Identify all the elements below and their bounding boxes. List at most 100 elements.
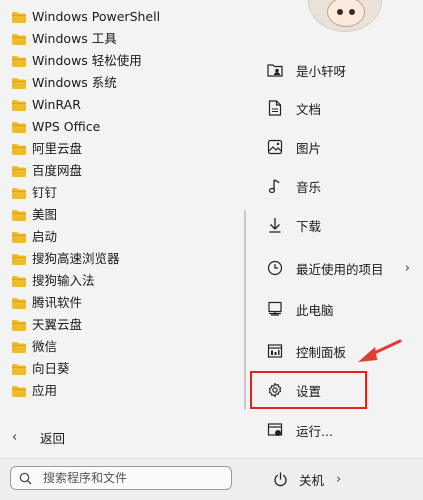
power-icon	[273, 471, 289, 487]
search-icon	[19, 471, 33, 485]
control-panel-icon	[266, 342, 284, 360]
nav-item-downloads[interactable]: 下载	[266, 213, 416, 237]
app-list-item[interactable]: 启动	[12, 226, 160, 248]
folder-icon	[12, 165, 26, 177]
settings-highlight-box	[250, 371, 367, 409]
app-label: 阿里云盘	[32, 141, 83, 156]
nav-item-run[interactable]: 运行...	[266, 418, 416, 442]
folder-icon	[12, 319, 26, 331]
folder-icon	[12, 341, 26, 353]
user-folder-icon	[266, 61, 284, 79]
app-label: 搜狗高速浏览器	[32, 251, 120, 266]
nav-label-this-pc: 此电脑	[296, 302, 334, 318]
annotation-arrow-icon	[358, 339, 402, 362]
search-box[interactable]	[10, 466, 232, 490]
app-label: Windows 轻松使用	[32, 53, 142, 68]
app-label: WPS Office	[32, 119, 101, 134]
app-list-item[interactable]: 钉钉	[12, 182, 160, 204]
app-label: 钉钉	[32, 185, 58, 200]
chevron-right-icon: ›	[404, 260, 410, 276]
nav-item-recent[interactable]: 最近使用的项目 ›	[266, 256, 416, 280]
app-label: 启动	[32, 229, 58, 244]
picture-icon	[266, 138, 284, 156]
chevron-right-icon: ›	[336, 471, 342, 487]
music-note-icon	[266, 177, 284, 195]
app-list-item[interactable]: Windows 工具	[12, 28, 160, 50]
app-list-item[interactable]: WPS Office	[12, 116, 160, 138]
folder-icon	[12, 209, 26, 221]
app-list: Windows PowerShell Windows 工具 Windows 轻松使用…	[12, 6, 160, 402]
back-button[interactable]: ‹ 返回	[12, 426, 65, 448]
all-apps-pane: Windows PowerShell Windows 工具 Windows 轻松使用…	[0, 0, 246, 446]
nav-item-user-folder[interactable]: 是小轩呀	[266, 58, 416, 82]
nav-label-downloads: 下载	[296, 218, 322, 234]
shutdown-button[interactable]: 关机 ›	[273, 468, 341, 490]
folder-icon	[12, 385, 26, 397]
nav-label-documents: 文档	[296, 101, 322, 117]
folder-icon	[12, 99, 26, 111]
app-list-item[interactable]: 百度网盘	[12, 160, 160, 182]
app-list-item[interactable]: 天翼云盘	[12, 314, 160, 336]
app-label: Windows 系统	[32, 75, 117, 90]
bottom-bar: 关机 ›	[0, 458, 423, 500]
app-label: 美图	[32, 207, 58, 222]
nav-label-control-panel: 控制面板	[296, 344, 347, 360]
app-list-item[interactable]: Windows 轻松使用	[12, 50, 160, 72]
back-label: 返回	[40, 430, 66, 446]
app-list-item[interactable]: 阿里云盘	[12, 138, 160, 160]
avatar-eye	[337, 9, 343, 15]
folder-icon	[12, 33, 26, 45]
chevron-left-icon: ‹	[12, 429, 18, 445]
app-label: 应用	[32, 383, 58, 398]
document-icon	[266, 99, 284, 117]
folder-icon	[12, 231, 26, 243]
search-input[interactable]	[43, 471, 213, 485]
download-icon	[266, 216, 284, 234]
folder-icon	[12, 77, 26, 89]
app-label: 腾讯软件	[32, 295, 83, 310]
app-list-item[interactable]: Windows 系统	[12, 72, 160, 94]
folder-icon	[12, 55, 26, 67]
folder-icon	[12, 275, 26, 287]
folder-icon	[12, 363, 26, 375]
nav-item-pictures[interactable]: 图片	[266, 135, 416, 159]
folder-icon	[12, 11, 26, 23]
app-list-item[interactable]: 美图	[12, 204, 160, 226]
nav-item-music[interactable]: 音乐	[266, 174, 416, 198]
app-list-item[interactable]: Windows PowerShell	[12, 6, 160, 28]
nav-label-user: 是小轩呀	[296, 63, 347, 79]
nav-label-music: 音乐	[296, 179, 322, 195]
folder-icon	[12, 297, 26, 309]
app-label: WinRAR	[32, 97, 81, 112]
app-list-item[interactable]: 搜狗高速浏览器	[12, 248, 160, 270]
app-list-item[interactable]: 微信	[12, 336, 160, 358]
run-icon	[266, 421, 284, 439]
avatar[interactable]	[308, 0, 382, 32]
app-label: Windows PowerShell	[32, 9, 161, 24]
nav-item-documents[interactable]: 文档	[266, 96, 416, 120]
app-list-item[interactable]: 应用	[12, 380, 160, 402]
nav-label-pictures: 图片	[296, 140, 322, 156]
folder-icon	[12, 253, 26, 265]
app-label: 百度网盘	[32, 163, 83, 178]
scrollbar[interactable]	[244, 210, 246, 410]
app-label: 搜狗输入法	[32, 273, 95, 288]
app-label: 天翼云盘	[32, 317, 83, 332]
folder-icon	[12, 143, 26, 155]
app-label: 微信	[32, 339, 58, 354]
avatar-eye	[349, 9, 355, 15]
app-label: 向日葵	[32, 361, 70, 376]
folder-icon	[12, 187, 26, 199]
nav-label-recent: 最近使用的项目	[296, 261, 384, 277]
app-list-item[interactable]: 搜狗输入法	[12, 270, 160, 292]
app-list-item[interactable]: 向日葵	[12, 358, 160, 380]
app-list-item[interactable]: WinRAR	[12, 94, 160, 116]
shutdown-label: 关机	[299, 472, 325, 488]
clock-icon	[266, 259, 284, 277]
computer-icon	[266, 300, 284, 318]
app-label: Windows 工具	[32, 31, 117, 46]
app-list-item[interactable]: 腾讯软件	[12, 292, 160, 314]
avatar-face	[327, 0, 365, 27]
nav-item-this-pc[interactable]: 此电脑	[266, 297, 416, 321]
nav-label-run: 运行...	[296, 423, 333, 439]
